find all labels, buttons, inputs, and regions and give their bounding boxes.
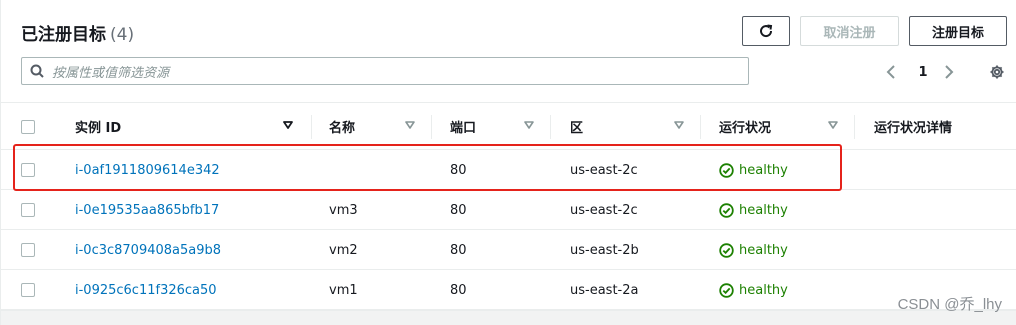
- chevron-right-icon: [945, 65, 954, 79]
- column-divider: [550, 115, 551, 139]
- column-label: 运行状况详情: [874, 121, 953, 136]
- row-select-cell: [21, 270, 35, 310]
- column-label: 区: [570, 121, 584, 136]
- target-count: (4): [110, 25, 135, 45]
- health-status-label: healthy: [739, 282, 788, 298]
- gear-icon: [990, 65, 1004, 79]
- column-divider: [311, 115, 312, 139]
- port-value: 80: [450, 202, 467, 218]
- row-checkbox[interactable]: [21, 283, 35, 297]
- sort-icon: [828, 121, 838, 129]
- select-all-checkbox[interactable]: [21, 119, 35, 134]
- row-select-cell: [21, 190, 35, 230]
- column-header-health-details[interactable]: 运行状况详情: [874, 103, 1016, 150]
- panel-title: 已注册目标 (4): [21, 20, 134, 45]
- sort-icon: [674, 121, 684, 129]
- deregister-button[interactable]: 取消注册: [800, 16, 899, 46]
- previous-page-button[interactable]: [885, 60, 901, 84]
- instance-name: vm1: [329, 282, 358, 298]
- horizontal-scrollbar[interactable]: [1, 310, 1016, 325]
- check-circle-icon: [719, 202, 734, 218]
- zone-value: us-east-2b: [570, 242, 639, 258]
- table-row[interactable]: i-0c3c8709408a5a9b8 vm2 80 us-east-2b he…: [1, 230, 1016, 270]
- column-label: 端口: [450, 121, 477, 136]
- column-header-name[interactable]: 名称: [329, 103, 431, 150]
- select-all-cell: [21, 103, 41, 150]
- column-divider: [854, 115, 855, 139]
- column-divider: [700, 115, 701, 139]
- instance-id-link[interactable]: i-0925c6c11f326ca50: [75, 270, 217, 310]
- health-status: healthy: [719, 270, 788, 310]
- column-header-zone[interactable]: 区: [570, 103, 700, 150]
- refresh-button[interactable]: [742, 16, 790, 46]
- instance-id-link[interactable]: i-0e19535aa865bfb17: [75, 190, 219, 230]
- next-page-button[interactable]: [943, 60, 959, 84]
- column-header-health-status[interactable]: 运行状况: [719, 103, 854, 150]
- column-divider: [431, 115, 432, 139]
- chevron-left-icon: [886, 65, 895, 79]
- check-circle-icon: [719, 282, 734, 298]
- health-status-label: healthy: [739, 242, 788, 258]
- column-label: 实例 ID: [75, 121, 122, 136]
- health-status-label: healthy: [739, 202, 788, 218]
- column-header-port[interactable]: 端口: [450, 103, 550, 150]
- register-targets-button[interactable]: 注册目标: [909, 16, 1007, 46]
- row-select-cell: [21, 230, 35, 270]
- table-row[interactable]: i-0925c6c11f326ca50 vm1 80 us-east-2a he…: [1, 270, 1016, 310]
- watermark: CSDN @乔_lhy: [897, 296, 1002, 313]
- table-settings-button[interactable]: [987, 60, 1007, 84]
- search-placeholder: 按属性或值筛选资源: [52, 65, 170, 81]
- zone-value: us-east-2a: [570, 282, 639, 298]
- row-checkbox[interactable]: [21, 203, 35, 217]
- zone-value: us-east-2c: [570, 202, 638, 218]
- sort-icon: [524, 121, 534, 129]
- instance-id-link[interactable]: i-0c3c8709408a5a9b8: [75, 230, 221, 270]
- sort-icon: [405, 121, 415, 129]
- registered-targets-panel: 已注册目标 (4) 取消注册 注册目标 按属性或值筛选资源 1 实例 ID 名称…: [0, 0, 1016, 325]
- port-value: 80: [450, 242, 467, 258]
- refresh-icon: [760, 24, 773, 38]
- check-circle-icon: [719, 242, 734, 258]
- instance-name: vm2: [329, 242, 358, 258]
- table-header: 实例 ID 名称 端口 区 运行状况 运行状况详情: [1, 102, 1016, 150]
- page-number-button[interactable]: 1: [913, 60, 933, 84]
- targets-table: 实例 ID 名称 端口 区 运行状况 运行状况详情 i-0af191180961…: [1, 102, 1016, 310]
- row-checkbox[interactable]: [21, 243, 35, 257]
- column-label: 名称: [329, 121, 356, 136]
- sort-descending-icon: [283, 121, 293, 129]
- port-value: 80: [450, 282, 467, 298]
- instance-name: vm3: [329, 202, 358, 218]
- health-status: healthy: [719, 190, 788, 230]
- column-header-instance-id[interactable]: 实例 ID: [75, 103, 309, 150]
- table-row[interactable]: i-0e19535aa865bfb17 vm3 80 us-east-2c he…: [1, 190, 1016, 230]
- panel-title-text: 已注册目标: [21, 25, 106, 45]
- health-status: healthy: [719, 230, 788, 270]
- highlight-annotation-box: [13, 144, 842, 191]
- column-label: 运行状况: [719, 121, 772, 136]
- search-icon: [22, 64, 52, 78]
- filter-search-input[interactable]: 按属性或值筛选资源: [21, 57, 749, 85]
